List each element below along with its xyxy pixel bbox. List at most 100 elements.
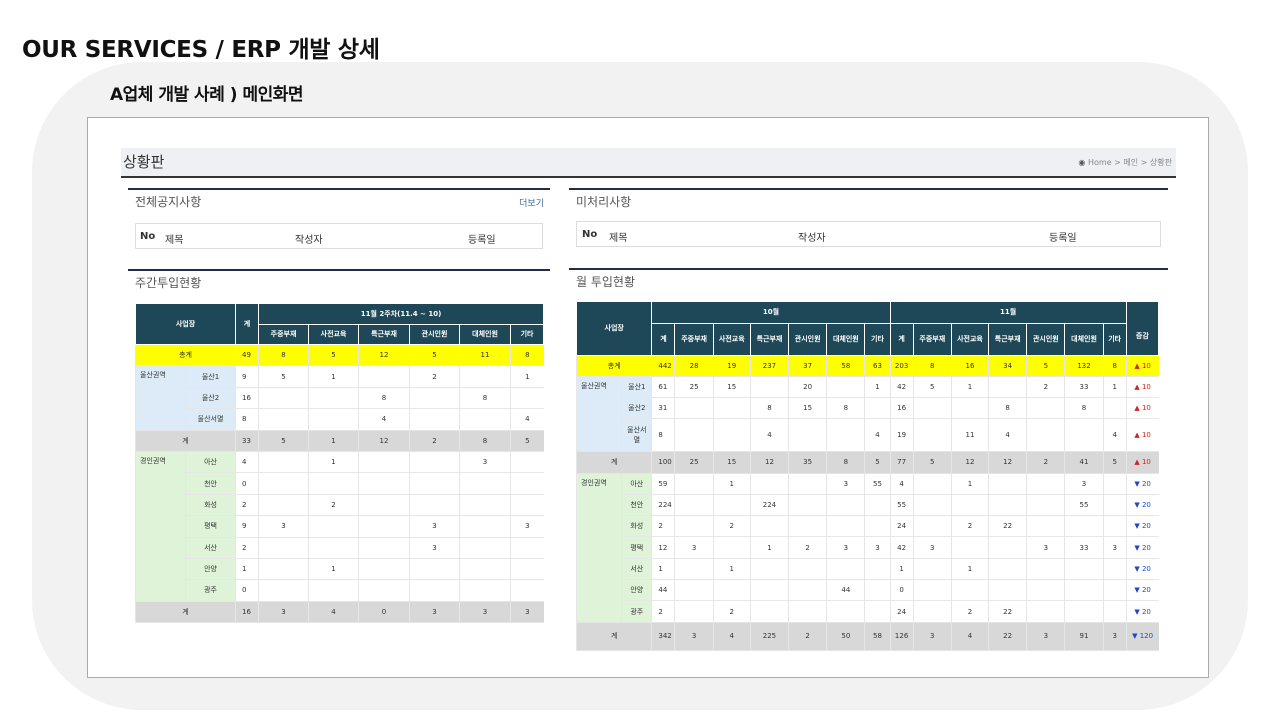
value-cell <box>1102 558 1127 581</box>
breadcrumb-home[interactable]: Home <box>1088 158 1112 167</box>
value-cell: 8 <box>988 397 1027 420</box>
value-cell <box>912 558 952 581</box>
value-cell <box>912 418 952 453</box>
subtotal-value: 91 <box>1064 622 1104 651</box>
value-cell: 3 <box>1064 473 1104 495</box>
table-row[interactable]: 울산서멸 8 4 4 19 11 4 4 ▲ 10 <box>577 418 1159 453</box>
table-row[interactable]: 광주 0 <box>136 579 544 602</box>
pending-title: 미처리사항 <box>576 195 632 209</box>
value-cell: 2 <box>308 494 359 517</box>
value-cell: 15 <box>788 397 827 420</box>
change-value: ▼ 20 <box>1125 600 1159 623</box>
value-cell: 16 <box>889 397 914 420</box>
breadcrumb-main[interactable]: 메인 <box>1123 158 1138 167</box>
table-row[interactable]: 천안 0 <box>136 472 544 495</box>
subtotal-value: 2 <box>1026 451 1065 474</box>
value-cell: 4 <box>864 418 891 453</box>
subtotal-row: 계 342 3 4 225 2 50 58 126 3 4 22 3 91 3 ▼ 120 <box>575 622 1159 651</box>
col-sum: 계 <box>651 323 676 356</box>
site-cell: 안양 <box>621 579 652 602</box>
value-cell <box>258 387 309 410</box>
value-cell: 2 <box>235 537 259 559</box>
table-row[interactable]: 광주 2 2 24 2 22 ▼ 20 <box>577 600 1159 623</box>
value-cell <box>1102 397 1127 420</box>
total-value: 63 <box>864 355 891 378</box>
table-row[interactable]: 화성 2 2 <box>136 494 544 517</box>
table-row[interactable]: 경인권역 아산 59 1 3 55 4 1 3 ▼ 20 <box>575 473 1159 623</box>
change-value: ▼ 20 <box>1125 473 1159 495</box>
subtotal-value: 3 <box>258 601 309 624</box>
table-row[interactable]: 울산권역 울산1 9 5 1 2 1 <box>135 365 544 431</box>
value-cell <box>1026 579 1065 602</box>
total-value: 37 <box>788 355 827 378</box>
value-cell: 2 <box>651 600 675 623</box>
total-value: 49 <box>235 344 259 367</box>
value-cell: 19 <box>889 418 914 453</box>
value-cell <box>864 600 891 623</box>
value-cell: 22 <box>988 515 1027 538</box>
value-cell <box>1102 473 1127 495</box>
table-row[interactable]: 평택 12 3 1 2 3 3 42 3 3 33 3 ▼ 20 <box>577 536 1159 559</box>
value-cell <box>1102 600 1127 623</box>
value-cell <box>409 494 460 517</box>
value-cell: 25 <box>674 376 714 399</box>
table-row[interactable]: 화성 2 2 24 2 22 ▼ 20 <box>577 515 1159 538</box>
value-cell <box>258 558 309 581</box>
subtotal-value: 0 <box>358 601 410 624</box>
value-cell: 44 <box>651 579 675 602</box>
table-row[interactable]: 서산 1 1 1 1 ▼ 20 <box>577 558 1159 581</box>
table-row[interactable]: 천안 224 224 55 55 ▼ 20 <box>577 494 1159 517</box>
value-cell <box>712 536 751 559</box>
total-label: 총계 <box>134 344 236 367</box>
col-title: 제목 <box>165 235 184 246</box>
col-change: 증감 <box>1125 301 1160 356</box>
col-5: 대체인원 <box>459 324 512 345</box>
value-cell <box>409 451 460 474</box>
col-6: 기타 <box>510 324 545 345</box>
total-value: 5 <box>409 344 460 367</box>
col-month-november: 11월 <box>889 301 1127 324</box>
table-row[interactable]: 안양 1 1 <box>136 558 544 581</box>
value-cell: 3 <box>459 451 511 474</box>
value-cell: 2 <box>651 515 675 538</box>
value-cell <box>788 515 827 538</box>
table-row[interactable]: 울산2 31 8 15 8 16 8 8 ▲ 10 <box>577 397 1159 420</box>
change-value: ▲ 10 <box>1125 418 1159 453</box>
total-row: 총계 442 28 19 237 37 58 63 203 8 16 34 5 132 8 ▲ 10 <box>575 355 1159 378</box>
value-cell: 2 <box>409 365 460 388</box>
subtotal-value: 41 <box>1064 451 1104 474</box>
table-row[interactable]: 울산서멸 8 4 4 <box>136 408 544 431</box>
value-cell <box>409 558 460 581</box>
col-6: 기타 <box>864 323 891 356</box>
value-cell: 4 <box>889 473 914 495</box>
total-value: 11 <box>459 344 511 367</box>
subtotal-value: 58 <box>864 622 891 651</box>
pending-panel: 미처리사항 No 제목 작성자 등록일 <box>569 188 1168 258</box>
subtotal-value: 100 <box>651 451 675 474</box>
subtotal-value: 4 <box>950 622 989 651</box>
total-value: 12 <box>358 344 410 367</box>
total-value: 203 <box>889 355 914 378</box>
table-row[interactable]: 서산 2 3 <box>136 537 544 559</box>
site-cell: 천안 <box>621 494 652 517</box>
table-row[interactable]: 울산권역 울산1 61 25 15 20 1 42 5 1 2 33 1 ▲ 10 <box>575 376 1159 453</box>
col-date: 등록일 <box>1049 233 1077 244</box>
col-5: 대체인원 <box>826 323 866 356</box>
subtotal-value: 12 <box>358 430 410 452</box>
table-row[interactable]: 안양 44 44 0 ▼ 20 <box>577 579 1159 602</box>
value-cell: 1 <box>712 558 751 581</box>
table-row[interactable]: 울산2 16 8 8 <box>136 387 544 410</box>
table-row[interactable]: 경인권역 아산 4 1 3 <box>135 451 544 602</box>
subtotal-value: 3 <box>1026 622 1065 651</box>
col-no: No <box>140 231 156 242</box>
value-cell: 1 <box>308 365 359 388</box>
table-row[interactable]: 평택 9 3 3 3 <box>136 515 544 538</box>
change-value: ▲ 10 <box>1125 451 1159 474</box>
value-cell <box>988 536 1027 559</box>
more-link[interactable]: 더보기 <box>519 196 544 209</box>
change-value: ▲ 10 <box>1125 397 1159 420</box>
subtotal-value: 3 <box>409 601 460 624</box>
col-sum: 계 <box>235 303 260 345</box>
value-cell <box>358 472 410 495</box>
dashboard-title: 상황판 <box>123 153 165 171</box>
